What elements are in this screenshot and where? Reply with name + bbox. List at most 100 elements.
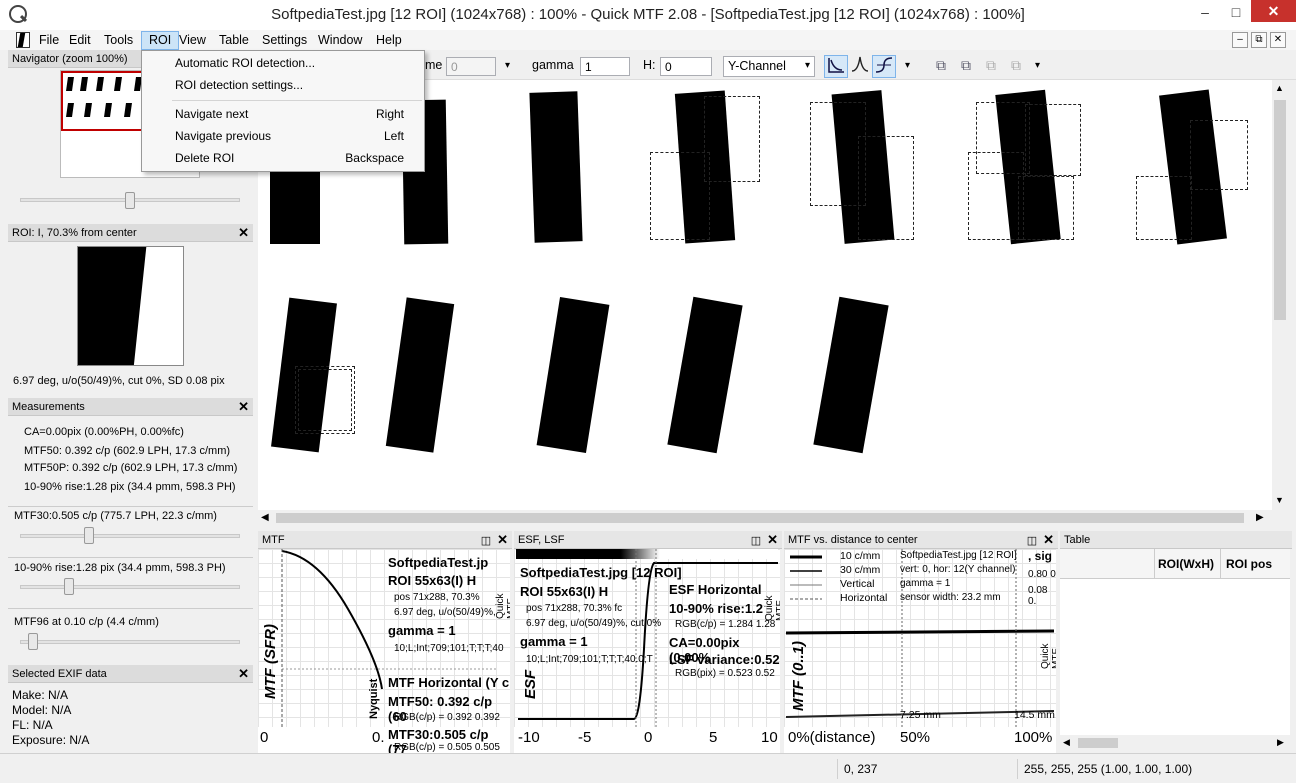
mtf-rgb30: RGB(c/p) = 0.505 0.505 — [394, 742, 500, 753]
roi-box[interactable] — [968, 152, 1024, 240]
chevron-down-icon[interactable]: ▾ — [1035, 60, 1040, 71]
table-title: Table — [1064, 534, 1091, 546]
mdi-close-button[interactable]: ✕ — [1270, 32, 1286, 48]
channel-select[interactable]: Y-Channel ▾ — [723, 56, 815, 77]
frame-input[interactable] — [446, 57, 496, 76]
menu-separator — [172, 100, 422, 101]
scroll-right-icon[interactable]: ▶ — [1277, 737, 1284, 748]
chevron-down-icon[interactable]: ▾ — [505, 60, 510, 71]
roi-box[interactable] — [1018, 176, 1074, 240]
results-table[interactable]: ROI(WxH) ROI pos — [1060, 549, 1290, 735]
roi-panel: ROI: I, 70.3% from center ✕ 6.97 deg, u/o… — [8, 224, 253, 394]
close-button[interactable]: ✕ — [1251, 0, 1296, 22]
maximize-button[interactable]: □ — [1222, 0, 1250, 24]
esf-tick: 10 — [761, 729, 778, 746]
distance-title: MTF vs. distance to center — [788, 534, 918, 546]
scroll-down-icon[interactable]: ▼ — [1275, 495, 1284, 505]
float-icon[interactable]: ◫ — [1027, 534, 1037, 547]
mtf-panel: MTF ✕ ◫ MTF (SFR) Nyquist SoftpediaTest.jp… — [258, 531, 512, 757]
menu-tools[interactable]: Tools — [97, 31, 140, 50]
mdi-restore-button[interactable]: ⧉ — [1251, 32, 1267, 48]
mtf-params: 10;L;Int;709;101;T;T;T;40 — [394, 643, 504, 654]
horizontal-scrollbar[interactable]: ◀ ▶ — [258, 510, 1272, 526]
esf-tick: -10 — [518, 729, 540, 746]
mtf-plot[interactable]: MTF (SFR) Nyquist SoftpediaTest.jp Quick… — [258, 549, 510, 727]
distance-panel: MTF vs. distance to center ✕ ◫ 10 c/mm 30 … — [784, 531, 1058, 753]
menu-item-delete-roi[interactable]: Delete ROI Backspace — [142, 148, 424, 169]
roi-add-icon[interactable]: ⧉ — [929, 55, 953, 78]
close-icon[interactable]: ✕ — [238, 667, 249, 680]
rise-label: 10-90% rise:1.28 pix (34.4 pmm, 598.3 PH… — [14, 562, 226, 574]
rise-thumb[interactable] — [64, 578, 74, 595]
document-icon[interactable] — [16, 32, 30, 48]
distance-plot[interactable]: 10 c/mm 30 c/mm Vertical Horizontal Soft… — [784, 549, 1056, 727]
menu-window[interactable]: Window — [311, 31, 369, 50]
lsf-peak-icon[interactable] — [848, 55, 872, 78]
menu-settings[interactable]: Settings — [255, 31, 314, 50]
menu-edit[interactable]: Edit — [62, 31, 98, 50]
roi-box[interactable] — [1190, 120, 1248, 190]
close-icon[interactable]: ✕ — [238, 226, 249, 239]
roi-box[interactable] — [1136, 176, 1192, 240]
scroll-thumb[interactable] — [1078, 738, 1118, 748]
roi-box[interactable] — [1025, 104, 1081, 176]
mdi-minimize-button[interactable]: – — [1232, 32, 1248, 48]
status-bar: 0, 237 255, 255, 255 (1.00, 1.00, 1.00) — [0, 753, 1296, 783]
scroll-thumb[interactable] — [276, 513, 1244, 523]
roi-multi-icon[interactable]: ⧉ — [954, 55, 978, 78]
esf-file: SoftpediaTest.jpg [12 ROI] — [520, 565, 682, 580]
table-scrollbar[interactable]: ◀ ▶ — [1060, 735, 1290, 751]
float-icon[interactable]: ◫ — [751, 534, 761, 547]
mtf30-thumb[interactable] — [84, 527, 94, 544]
close-icon[interactable]: ✕ — [767, 533, 778, 546]
chevron-down-icon[interactable]: ▾ — [905, 60, 910, 71]
roi-box[interactable] — [858, 136, 914, 240]
h-input[interactable] — [660, 57, 712, 76]
table-panel: Table ROI(WxH) ROI pos ◀ ▶ — [1060, 531, 1292, 753]
legend-item: Horizontal — [840, 592, 888, 604]
mtf-curve-icon[interactable] — [824, 55, 848, 78]
dist-frag2: 0.08 0. — [1028, 585, 1048, 607]
close-icon[interactable]: ✕ — [497, 533, 508, 546]
scroll-left-icon[interactable]: ◀ — [261, 512, 269, 523]
scroll-left-icon[interactable]: ◀ — [1063, 737, 1070, 748]
roi-box[interactable] — [704, 96, 760, 182]
mtf30-slider[interactable] — [20, 534, 240, 538]
float-icon[interactable]: ◫ — [481, 534, 491, 547]
scroll-up-icon[interactable]: ▲ — [1275, 83, 1284, 93]
menu-item-navigate-previous[interactable]: Navigate previous Left — [142, 126, 424, 147]
esf-pos: pos 71x288, 70.3% fc — [526, 603, 623, 614]
close-icon[interactable]: ✕ — [1043, 533, 1054, 546]
mtf-pos: pos 71x288, 70.3% — [394, 592, 480, 603]
menu-item-auto-roi[interactable]: Automatic ROI detection... — [142, 53, 424, 74]
menu-item-navigate-next[interactable]: Navigate next Right — [142, 104, 424, 125]
mtf-x1: 0. — [372, 729, 385, 746]
gamma-input[interactable] — [580, 57, 630, 76]
rise-slider[interactable] — [20, 585, 240, 589]
roi-clear-icon[interactable]: ⧉ — [1004, 55, 1028, 78]
measurement-line: MTF50P: 0.392 c/p (602.9 LPH, 17.3 c/mm) — [24, 462, 238, 474]
vertical-scrollbar[interactable]: ▲ ▼ — [1272, 80, 1288, 510]
menu-table[interactable]: Table — [212, 31, 256, 50]
test-bar — [536, 297, 610, 453]
roi-remove-icon[interactable]: ⧉ — [979, 55, 1003, 78]
mtf96-slider[interactable] — [20, 640, 240, 644]
menu-help[interactable]: Help — [369, 31, 409, 50]
scroll-right-icon[interactable]: ▶ — [1256, 512, 1264, 523]
scroll-thumb[interactable] — [1274, 100, 1286, 320]
minimize-button[interactable]: – — [1190, 0, 1220, 24]
menu-item-roi-settings[interactable]: ROI detection settings... — [142, 75, 424, 96]
close-icon[interactable]: ✕ — [238, 400, 249, 413]
column-header[interactable]: ROI pos — [1226, 557, 1272, 571]
esf-curve-icon[interactable] — [872, 55, 896, 78]
esf-deg: 6.97 deg, u/o(50/49)%, cut 0% — [526, 618, 662, 629]
menu-view[interactable]: View — [172, 31, 213, 50]
esf-plot[interactable]: ESF SoftpediaTest.jpg [12 ROI] ROI 55x63… — [514, 549, 780, 727]
dist-frag1: 0.80 0 — [1028, 569, 1056, 580]
navigator-zoom-thumb[interactable] — [125, 192, 135, 209]
dist-ylabel: MTF (0..1) — [790, 641, 807, 711]
column-header[interactable]: ROI(WxH) — [1158, 557, 1214, 571]
roi-box[interactable] — [650, 152, 710, 240]
mtf96-thumb[interactable] — [28, 633, 38, 650]
measurement-line: CA=0.00pix (0.00%PH, 0.00%fc) — [24, 426, 184, 438]
